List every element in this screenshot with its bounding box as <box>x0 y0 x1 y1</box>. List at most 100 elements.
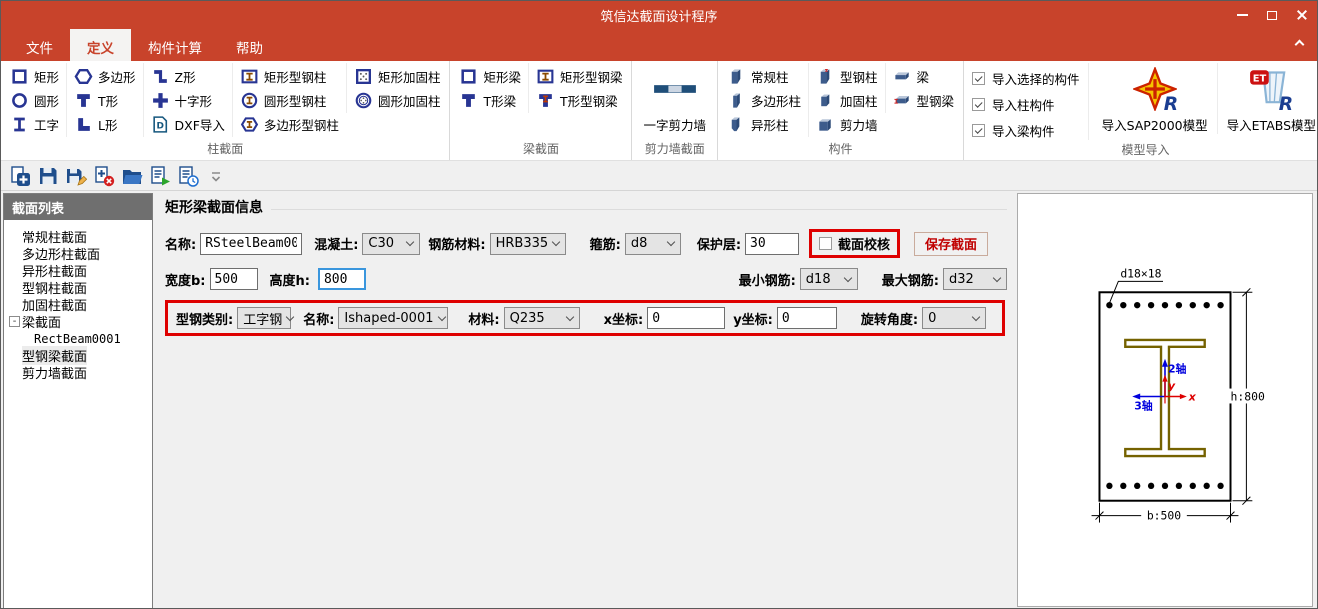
ribbon-button[interactable]: 矩形加固柱 <box>350 64 445 88</box>
ribbon-button[interactable]: 圆形型钢柱 <box>236 88 343 112</box>
tree-item[interactable]: 加固柱截面 <box>8 296 152 313</box>
maximize-button[interactable] <box>1257 2 1287 28</box>
ribbon-button[interactable]: 梁 <box>889 64 959 88</box>
ribbon-button[interactable]: 圆形 <box>6 88 63 112</box>
ribbon-button[interactable]: 多边形型钢柱 <box>236 112 343 136</box>
column3d-small-icon <box>816 91 835 110</box>
import-selected-members-checkbox[interactable]: 导入选择的构件 <box>972 69 1080 88</box>
one-line-shear-wall-button[interactable]: 一字剪力墙 <box>634 63 715 134</box>
x-coord-input[interactable] <box>647 307 725 329</box>
tree-item-label: 剪力墙截面 <box>22 363 87 382</box>
width-dim-label: b:500 <box>1147 509 1181 523</box>
ribbon-button[interactable]: 型钢梁 <box>889 88 959 112</box>
ribbon-button[interactable]: 加固柱 <box>812 88 882 112</box>
chevron-down-icon <box>437 312 445 320</box>
import-sap2000-button[interactable]: R导入SAP2000模型 <box>1093 63 1217 134</box>
rebar-material-select[interactable]: HRB335 <box>490 233 566 255</box>
run-list-button[interactable] <box>146 163 173 189</box>
ribbon-button[interactable]: L形 <box>70 112 140 136</box>
tab-component-calc[interactable]: 构件计算 <box>131 29 219 61</box>
tree-item[interactable]: 多边形柱截面 <box>8 245 152 262</box>
ribbon-button[interactable]: 多边形 <box>70 64 140 88</box>
ribbon-button-label: 导入ETABS模型 <box>1227 115 1316 134</box>
collapse-icon[interactable]: - <box>9 316 20 327</box>
width-input[interactable] <box>210 268 258 290</box>
min-rebar-select[interactable]: d18 <box>800 268 858 290</box>
rotation-select[interactable]: 0 <box>922 307 986 329</box>
tree-item[interactable]: -梁截面 <box>8 313 152 330</box>
ribbon-button[interactable]: 多边形柱 <box>723 88 805 112</box>
tree-item[interactable]: 异形柱截面 <box>8 262 152 279</box>
ribbon-button[interactable]: 型钢柱 <box>812 64 882 88</box>
ribbon-button[interactable]: 矩形型钢梁 <box>532 64 627 88</box>
qa-save-icon <box>37 165 59 187</box>
close-button[interactable] <box>1287 2 1317 28</box>
save-as-button[interactable] <box>62 163 89 189</box>
ribbon-button[interactable]: 常规柱 <box>723 64 805 88</box>
import-column-members-checkbox[interactable]: 导入柱构件 <box>972 95 1080 114</box>
ribbon-button[interactable]: 矩形型钢柱 <box>236 64 343 88</box>
cover-input[interactable] <box>745 233 799 255</box>
ribbon-button[interactable]: T形型钢梁 <box>532 88 627 112</box>
import-beam-members-checkbox[interactable]: 导入梁构件 <box>972 121 1080 140</box>
max-rebar-select[interactable]: d32 <box>943 268 1007 290</box>
ribbon-button-label: 常规柱 <box>751 67 789 86</box>
import-etabs-button[interactable]: ETR导入ETABS模型 <box>1217 63 1318 134</box>
checkbox-label: 导入柱构件 <box>992 95 1055 114</box>
ribbon-button[interactable]: 工字 <box>6 112 63 136</box>
ribbon-button[interactable]: T形 <box>70 88 140 112</box>
ribbon-button[interactable]: 矩形梁 <box>455 64 525 88</box>
section-name-input[interactable] <box>200 233 302 255</box>
toolbar-overflow-button[interactable] <box>202 163 229 189</box>
ribbon-button-label: 矩形型钢梁 <box>560 67 623 86</box>
checkbox-icon[interactable] <box>972 98 985 111</box>
height-input[interactable] <box>318 268 366 290</box>
checkbox-icon[interactable] <box>972 72 985 85</box>
ribbon-button[interactable]: DDXF导入 <box>147 112 229 136</box>
delete-new-button[interactable] <box>90 163 117 189</box>
ribbon-group: 一字剪力墙剪力墙截面 <box>632 61 718 160</box>
steel-material-select[interactable]: Q235 <box>504 307 580 329</box>
tree-item[interactable]: 型钢梁截面 <box>8 347 152 364</box>
new-button[interactable] <box>6 163 33 189</box>
collapse-ribbon-button[interactable] <box>1296 41 1304 49</box>
concrete-select[interactable]: C30 <box>362 233 420 255</box>
ribbon-group-label: 构件 <box>720 139 961 160</box>
wall3d-icon <box>816 115 835 134</box>
steel-type-select[interactable]: 工字钢 <box>237 307 291 329</box>
tab-file[interactable]: 文件 <box>9 29 70 61</box>
tab-help[interactable]: 帮助 <box>219 29 280 61</box>
ribbon-button-label: 圆形型钢柱 <box>264 91 327 110</box>
wall-icon <box>651 65 699 113</box>
ribbon-group: 常规柱多边形柱异形柱型钢柱加固柱剪力墙梁型钢梁构件 <box>718 61 964 160</box>
section-check-checkbox[interactable] <box>819 237 832 250</box>
cover-label: 保护层: <box>697 234 741 253</box>
steel-name-select[interactable]: Ishaped-0001 <box>338 307 448 329</box>
history-list-button[interactable] <box>174 163 201 189</box>
tree-item[interactable]: 剪力墙截面 <box>8 364 152 381</box>
y-coord-input[interactable] <box>777 307 837 329</box>
ribbon-button[interactable]: 剪力墙 <box>812 112 882 136</box>
tab-define[interactable]: 定义 <box>70 29 131 61</box>
open-button[interactable] <box>118 163 145 189</box>
ribbon-button[interactable]: 十字形 <box>147 88 229 112</box>
preview-panel: d18×18 2轴 <box>1017 193 1313 607</box>
minimize-button[interactable] <box>1227 2 1257 28</box>
save-button[interactable] <box>34 163 61 189</box>
chevron-down-icon <box>972 312 980 320</box>
stirrup-select[interactable]: d8 <box>625 233 681 255</box>
ribbon-button[interactable]: 矩形 <box>6 64 63 88</box>
tree-item[interactable]: RectBeam0001 <box>8 330 152 347</box>
ribbon-group-label: 梁截面 <box>452 139 629 160</box>
ribbon-button[interactable]: Z形 <box>147 64 229 88</box>
ribbon-button[interactable]: 异形柱 <box>723 112 805 136</box>
ribbon: 矩形圆形工字多边形T形L形 Z形十字形DDXF导入矩形型钢柱圆形型钢柱多边形型钢柱… <box>1 61 1317 161</box>
ribbon-button[interactable]: T形梁 <box>455 88 525 112</box>
checkbox-icon[interactable] <box>972 124 985 137</box>
ribbon-button[interactable]: 圆形加固柱 <box>350 88 445 112</box>
tree-item[interactable]: 常规柱截面 <box>8 228 152 245</box>
qa-overflow-icon <box>205 165 227 187</box>
stirrup-label: 箍筋: <box>590 234 621 253</box>
tree-item[interactable]: 型钢柱截面 <box>8 279 152 296</box>
save-section-button[interactable]: 保存截面 <box>914 232 988 256</box>
